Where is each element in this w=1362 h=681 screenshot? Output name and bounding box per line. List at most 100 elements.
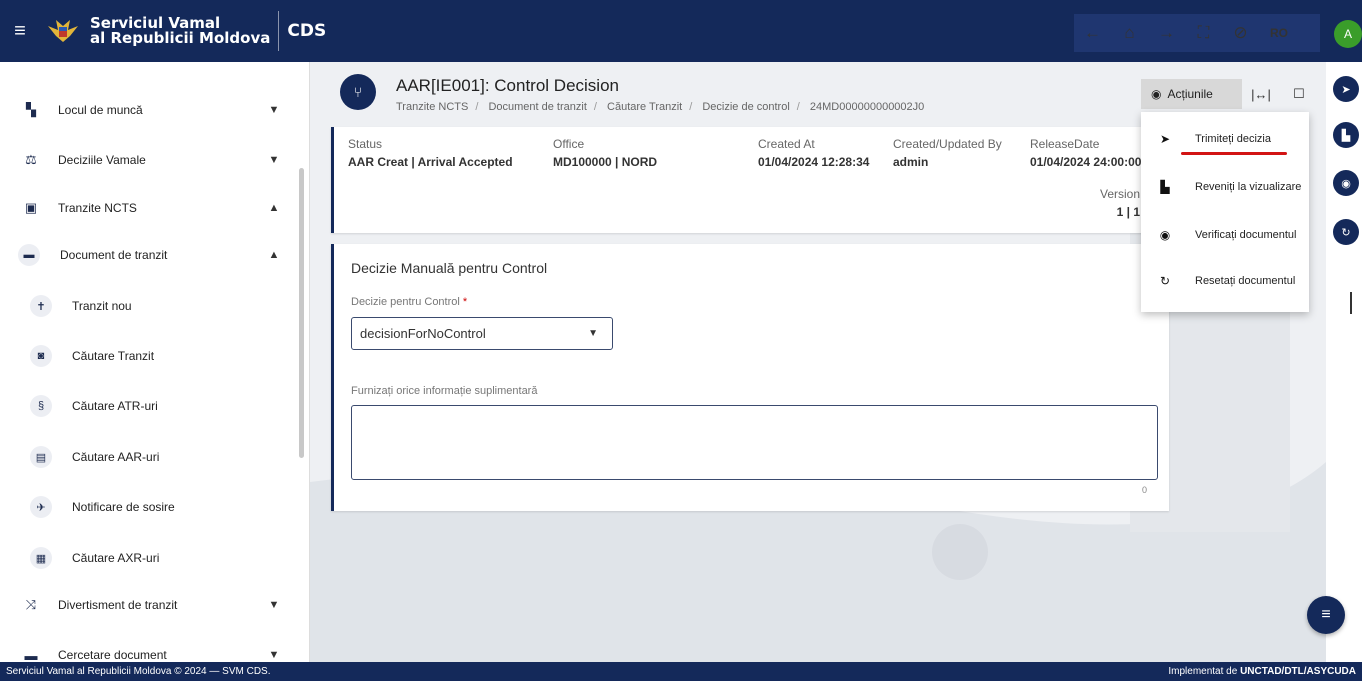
notifications-off-icon[interactable]: ⊘ bbox=[1222, 23, 1259, 43]
menu-item-return-to-view[interactable]: ▙ Reveniți la vizualizare bbox=[1141, 164, 1309, 210]
menu-item-label: Verificați documentul bbox=[1195, 229, 1297, 241]
created-at-field: Created At 01/04/2024 12:28:34 bbox=[758, 137, 869, 169]
menu-item-verify-document[interactable]: ◉ Verificați documentul bbox=[1141, 212, 1309, 258]
dashboard-icon: ▚ bbox=[26, 102, 36, 117]
app-name: CDS bbox=[287, 21, 327, 41]
action-toolbar: ◉ Acțiunile |↔| ☐ bbox=[1141, 79, 1321, 109]
footer-copyright: Serviciul Vamal al Republicii Moldova © … bbox=[6, 666, 271, 677]
status-value: AAR Creat | Arrival Accepted bbox=[348, 155, 513, 169]
extra-info-textarea[interactable] bbox=[351, 405, 1158, 480]
menu-icon[interactable]: ≡ bbox=[0, 20, 40, 43]
arrival-icon: ✈ bbox=[30, 496, 52, 518]
created-at-label: Created At bbox=[758, 137, 815, 151]
chevron-up-icon: ▲ bbox=[268, 202, 280, 214]
sidebar-item-document-de-tranzit[interactable]: ▬ Document de tranzit ▲ bbox=[0, 230, 296, 280]
sidebar-item-locul-de-munca[interactable]: ▚ Locul de muncă ▼ bbox=[0, 85, 296, 135]
sidebar-item-deciziile-vamale[interactable]: ⚖ Deciziile Vamale ▼ bbox=[0, 135, 296, 185]
avatar[interactable]: A bbox=[1334, 20, 1362, 48]
eye-icon[interactable]: ◉ bbox=[1333, 170, 1359, 196]
sidebar-item-label: Căutare AXR-uri bbox=[72, 551, 160, 565]
chevron-down-icon: ▼ bbox=[268, 599, 280, 611]
breadcrumb-item[interactable]: Document de tranzit bbox=[488, 101, 586, 113]
required-marker: * bbox=[462, 296, 468, 308]
sidebar-item-label: Divertisment de tranzit bbox=[58, 598, 178, 612]
shuffle-icon: ⤨ bbox=[25, 597, 37, 612]
sidebar-item-divertisment[interactable]: ⤨ Divertisment de tranzit ▼ bbox=[0, 580, 296, 630]
sidebar-item-tranzit-nou[interactable]: ✝ Tranzit nou bbox=[0, 281, 296, 331]
actions-button-label: Acțiunile bbox=[1167, 87, 1213, 101]
sidebar-item-label: Căutare Tranzit bbox=[72, 349, 155, 363]
char-counter: 0 bbox=[1142, 485, 1148, 495]
language-selector[interactable]: RO bbox=[1259, 26, 1299, 40]
menu-item-label: Resetați documentul bbox=[1195, 275, 1296, 287]
eye-icon: ◉ bbox=[1151, 87, 1162, 101]
status-label: Status bbox=[348, 137, 383, 151]
actions-menu: ➤ Trimiteți decizia ▙ Reveniți la vizual… bbox=[1141, 112, 1309, 312]
signpost-icon: ✝ bbox=[30, 295, 52, 317]
control-decision-icon: ⑂ bbox=[340, 74, 376, 110]
breadcrumb-item[interactable]: Căutare Tranzit bbox=[607, 101, 682, 113]
sidebar: ▚ Locul de muncă ▼ ⚖ Deciziile Vamale ▼ … bbox=[0, 62, 310, 662]
reset-icon: ↻ bbox=[1159, 274, 1171, 288]
status-field: Status AAR Creat | Arrival Accepted bbox=[348, 137, 513, 169]
comment-icon: ▬ bbox=[24, 647, 38, 663]
version-field: Version 1 | 1 bbox=[1100, 187, 1140, 219]
office-field: Office MD100000 | NORD bbox=[553, 137, 657, 169]
menu-item-label: Reveniți la vizualizare bbox=[1195, 181, 1302, 193]
document-info-card: Status AAR Creat | Arrival Accepted Offi… bbox=[331, 127, 1169, 233]
send-icon[interactable]: ➤ bbox=[1333, 76, 1359, 102]
brand-title: Serviciul Vamal al Republicii Moldova bbox=[90, 16, 270, 46]
sidebar-scrollbar[interactable] bbox=[299, 168, 304, 458]
version-label: Version bbox=[1100, 187, 1141, 201]
sidebar-item-label: Locul de muncă bbox=[58, 103, 143, 117]
arrow-right-icon[interactable]: → bbox=[1148, 23, 1185, 43]
extra-info-label: Furnizați orice informație suplimentară bbox=[351, 385, 538, 397]
footer: Serviciul Vamal al Republicii Moldova © … bbox=[0, 662, 1362, 681]
maximize-icon[interactable]: ☐ bbox=[1280, 86, 1318, 102]
top-nav-group: ← ⌂ → ⛶ ⊘ RO bbox=[1074, 14, 1320, 52]
breadcrumb-item: 24MD000000000002J0 bbox=[809, 101, 925, 113]
sidebar-item-label: Cercetare document bbox=[58, 648, 167, 662]
right-action-rail: ➤ ▙ ◉ ↻ bbox=[1326, 62, 1362, 662]
control-decision-form: Decizie Manuală pentru Control Decizie p… bbox=[331, 244, 1169, 511]
divider bbox=[1350, 292, 1352, 314]
decision-select-value: decisionForNoControl bbox=[360, 326, 486, 341]
release-date-label: ReleaseDate bbox=[1030, 137, 1100, 151]
sidebar-item-label: Document de tranzit bbox=[60, 248, 168, 262]
chevron-down-icon: ▼ bbox=[268, 649, 280, 661]
actions-button[interactable]: ◉ Acțiunile bbox=[1141, 79, 1242, 109]
sidebar-item-cautare-atr[interactable]: § Căutare ATR-uri bbox=[0, 381, 296, 431]
arrow-left-icon[interactable]: ← bbox=[1074, 23, 1111, 43]
created-by-value: admin bbox=[893, 155, 929, 169]
scale-icon: ⚖ bbox=[25, 152, 37, 167]
sidebar-item-cautare-tranzit[interactable]: ◙ Căutare Tranzit bbox=[0, 331, 296, 381]
footer-credit-prefix: Implementat de bbox=[1168, 666, 1238, 677]
eye-icon: ◉ bbox=[1159, 228, 1171, 242]
menu-item-send-decision[interactable]: ➤ Trimiteți decizia bbox=[1141, 116, 1309, 162]
sidebar-item-label: Tranzite NCTS bbox=[58, 201, 137, 215]
sidebar-item-tranzite-ncts[interactable]: ▣ Tranzite NCTS ▲ bbox=[0, 183, 296, 233]
menu-item-reset-document[interactable]: ↻ Resetați documentul bbox=[1141, 258, 1309, 304]
sidebar-item-cercetare-document[interactable]: ▬ Cercetare document ▼ bbox=[0, 630, 296, 663]
sidebar-item-notificare-sosire[interactable]: ✈ Notificare de sosire bbox=[0, 482, 296, 532]
reset-icon[interactable]: ↻ bbox=[1333, 219, 1359, 245]
footer-credit: Implementat de UNCTAD/DTL/ASYCUDA bbox=[1168, 666, 1356, 677]
route-icon: § bbox=[30, 395, 52, 417]
decision-select[interactable]: decisionForNoControl ▼ bbox=[351, 317, 613, 350]
menu-fab-icon[interactable]: ≡ bbox=[1307, 596, 1345, 634]
send-icon: ➤ bbox=[1159, 132, 1171, 146]
chevron-up-icon: ▲ bbox=[268, 249, 280, 261]
created-by-label: Created/Updated By bbox=[893, 137, 1002, 151]
sidebar-item-cautare-aar[interactable]: ▤ Căutare AAR-uri bbox=[0, 432, 296, 482]
home-icon[interactable]: ⌂ bbox=[1111, 23, 1148, 43]
document-icon[interactable]: ▙ bbox=[1333, 122, 1359, 148]
fullscreen-icon[interactable]: ⛶ bbox=[1185, 23, 1222, 43]
brand-line-2: al Republicii Moldova bbox=[90, 29, 271, 47]
red-underline-annotation bbox=[1181, 152, 1287, 155]
sidebar-item-cautare-axr[interactable]: ▦ Căutare AXR-uri bbox=[0, 533, 296, 583]
truck-icon: ▬ bbox=[18, 244, 40, 266]
breadcrumb-item[interactable]: Decizie de control bbox=[702, 101, 789, 113]
breadcrumb-item[interactable]: Tranzite NCTS bbox=[396, 101, 468, 113]
fit-width-icon[interactable]: |↔| bbox=[1242, 87, 1280, 102]
coat-of-arms-logo bbox=[48, 20, 78, 42]
